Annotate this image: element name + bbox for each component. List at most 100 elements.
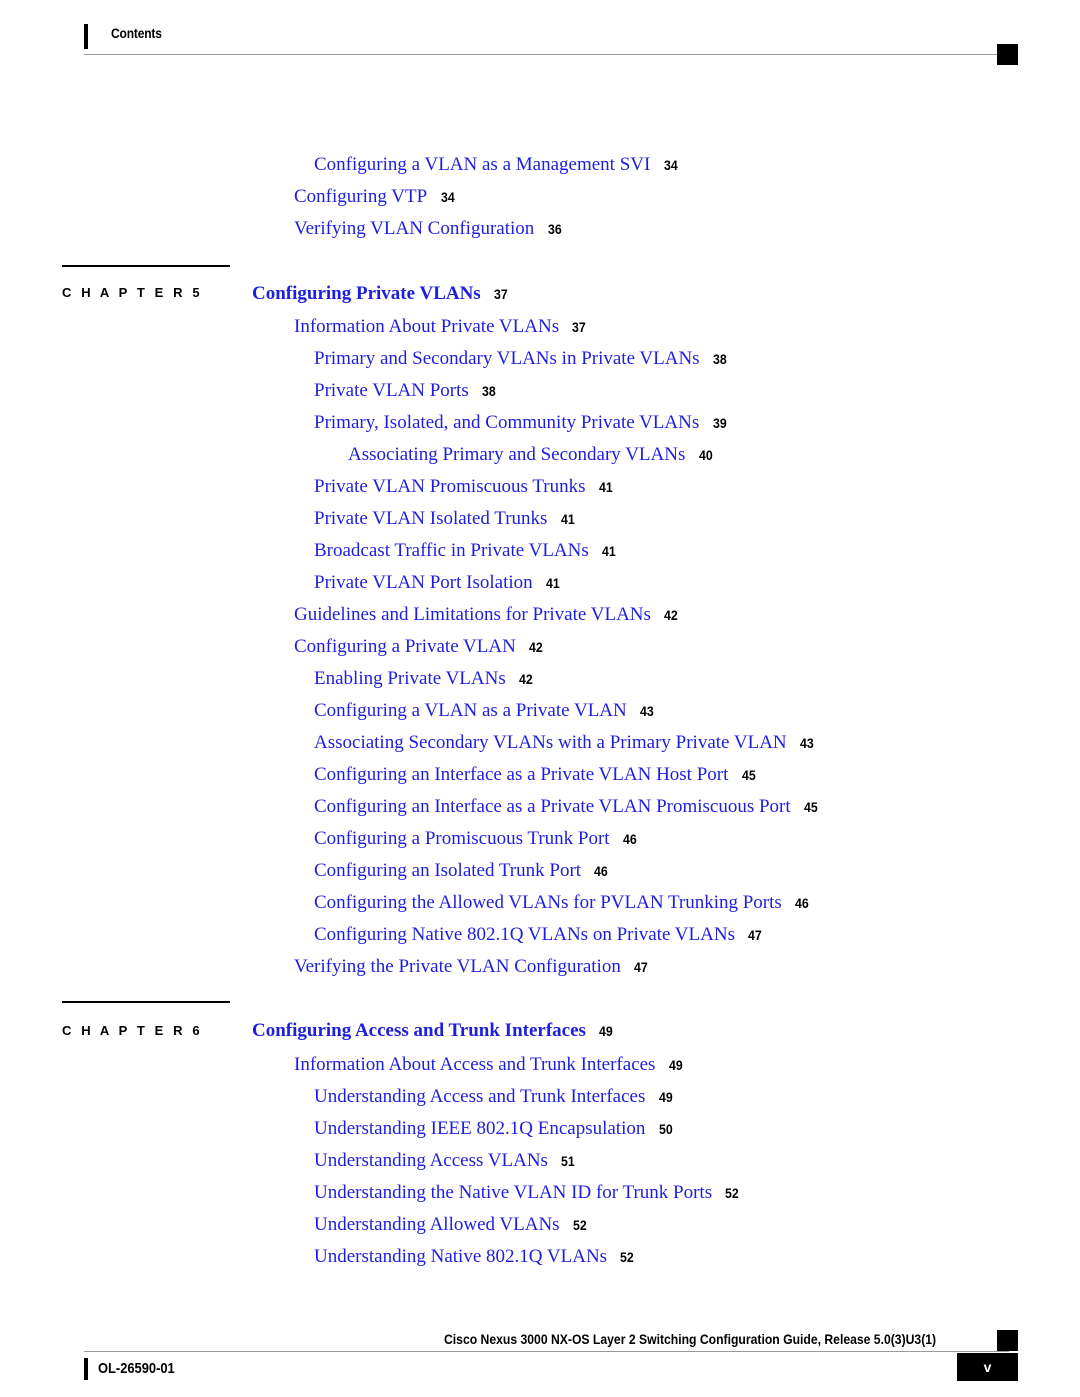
toc-entry[interactable]: Configuring Native 802.1Q VLANs on Priva… [314,925,764,944]
toc-entry-title: Configuring a Promiscuous Trunk Port [314,828,610,849]
toc-entry[interactable]: Associating Secondary VLANs with a Prima… [314,733,816,752]
header-divider [84,54,1009,55]
toc-entry-page-number: 52 [620,1249,635,1265]
page-footer: Cisco Nexus 3000 NX-OS Layer 2 Switching… [0,1320,1080,1397]
toc-entry[interactable]: Understanding Access VLANs 51 [314,1151,577,1170]
toc-entry-title: Associating Primary and Secondary VLANs [348,444,686,465]
toc-entry[interactable]: Configuring the Allowed VLANs for PVLAN … [314,893,811,912]
toc-entry-title: Associating Secondary VLANs with a Prima… [314,732,787,753]
toc-entry-page-number: 42 [529,639,543,655]
header-accent-bar [84,24,88,49]
toc-entry[interactable]: Primary and Secondary VLANs in Private V… [314,349,728,368]
toc-entry-page-number: 46 [594,863,609,879]
toc-entry[interactable]: Information About Access and Trunk Inter… [294,1055,684,1074]
header-corner-marker [997,44,1018,65]
toc-entry-title: Enabling Private VLANs [314,668,506,689]
toc-entry-title: Configuring Private VLANs [252,283,481,304]
chapter-title-entry[interactable]: Configuring Private VLANs 37 [252,284,510,303]
toc-entry-page-number: 42 [664,607,678,623]
toc-entry-page-number: 37 [572,319,587,335]
toc-entry-title: Understanding Access VLANs [314,1150,548,1171]
footer-page-number: v [983,1359,992,1375]
toc-entry[interactable]: Understanding Native 802.1Q VLANs 52 [314,1247,636,1266]
toc-entry-page-number: 45 [741,767,756,783]
toc-entry-page-number: 34 [663,157,678,173]
toc-entry-page-number: 47 [634,959,648,975]
toc-entry[interactable]: Verifying VLAN Configuration 36 [294,219,563,238]
toc-entry[interactable]: Private VLAN Ports 38 [314,381,498,400]
toc-entry-page-number: 41 [602,543,616,559]
toc-entry-page-number: 49 [658,1089,673,1105]
toc-entry-page-number: 47 [748,927,762,943]
toc-entry-title: Understanding Allowed VLANs [314,1214,560,1235]
toc-entry[interactable]: Configuring VTP 34 [294,187,456,206]
footer-guide-title: Cisco Nexus 3000 NX-OS Layer 2 Switching… [444,1331,937,1347]
toc-entry-title: Guidelines and Limitations for Private V… [294,604,651,625]
toc-entry-page-number: 40 [698,447,713,463]
toc-entry-title: Broadcast Traffic in Private VLANs [314,540,589,561]
toc-entry[interactable]: Configuring an Interface as a Private VL… [314,765,757,784]
toc-entry[interactable]: Understanding the Native VLAN ID for Tru… [314,1183,741,1202]
toc-entry[interactable]: Configuring a VLAN as a Private VLAN 43 [314,701,656,720]
toc-entry-page-number: 49 [599,1023,613,1039]
footer-divider [84,1351,1009,1352]
toc-entry[interactable]: Understanding Access and Trunk Interface… [314,1087,674,1106]
toc-entry[interactable]: Configuring a Private VLAN 42 [294,637,545,656]
toc-entry-page-number: 50 [658,1121,673,1137]
page-header: Contents [0,0,1080,70]
toc-entry-title: Configuring VTP [294,186,428,207]
toc-entry-title: Private VLAN Isolated Trunks [314,508,548,529]
page-title: Contents [111,25,162,41]
toc-entry-title: Private VLAN Ports [314,380,469,401]
toc-entry-page-number: 43 [799,735,814,751]
toc-entry-page-number: 46 [622,831,637,847]
toc-entry[interactable]: Configuring an Isolated Trunk Port 46 [314,861,610,880]
toc-entry-page-number: 52 [572,1217,587,1233]
toc-entry-title: Verifying VLAN Configuration [294,218,535,239]
toc-entry[interactable]: Enabling Private VLANs 42 [314,669,535,688]
toc-entry-title: Private VLAN Promiscuous Trunks [314,476,586,497]
toc-entry[interactable]: Guidelines and Limitations for Private V… [294,605,680,624]
toc-entry-page-number: 37 [494,286,508,302]
toc-entry[interactable]: Understanding Allowed VLANs 52 [314,1215,588,1234]
toc-entry-title: Configuring a VLAN as a Management SVI [314,154,651,175]
toc-entry-title: Information About Access and Trunk Inter… [294,1054,656,1075]
toc-entry-page-number: 52 [725,1185,740,1201]
toc-entry[interactable]: Configuring an Interface as a Private VL… [314,797,820,816]
toc-entry[interactable]: Associating Primary and Secondary VLANs … [348,445,714,464]
toc-entry-title: Configuring the Allowed VLANs for PVLAN … [314,892,782,913]
toc-entry-page-number: 38 [712,351,727,367]
toc-entry[interactable]: Private VLAN Isolated Trunks 41 [314,509,576,528]
chapter-divider [62,1001,230,1003]
toc-entry-page-number: 42 [519,671,533,687]
toc-entry-page-number: 39 [712,415,727,431]
toc-entry-title: Understanding IEEE 802.1Q Encapsulation [314,1118,646,1139]
toc-entry-title: Information About Private VLANs [294,316,560,337]
toc-entry-title: Configuring a Private VLAN [294,636,516,657]
toc-entry-page-number: 43 [640,703,654,719]
toc-entry[interactable]: Information About Private VLANs 37 [294,317,588,336]
chapter-title-entry[interactable]: Configuring Access and Trunk Interfaces … [252,1021,615,1040]
footer-accent-bar [84,1358,88,1380]
toc-entry[interactable]: Understanding IEEE 802.1Q Encapsulation … [314,1119,674,1138]
toc-entry-page-number: 41 [545,575,560,591]
toc-entry-title: Configuring an Isolated Trunk Port [314,860,582,881]
toc-entry[interactable]: Broadcast Traffic in Private VLANs 41 [314,541,618,560]
chapter-divider [62,265,230,267]
toc-entry[interactable]: Configuring a Promiscuous Trunk Port 46 [314,829,638,848]
toc-entry-title: Configuring Access and Trunk Interfaces [252,1020,586,1041]
toc-entry-title: Configuring an Interface as a Private VL… [314,764,729,785]
toc-entry[interactable]: Private VLAN Promiscuous Trunks 41 [314,477,614,496]
toc-entry[interactable]: Verifying the Private VLAN Configuration… [294,957,650,976]
toc-entry[interactable]: Private VLAN Port Isolation 41 [314,573,562,592]
toc-entry-page-number: 34 [440,189,455,205]
toc-entry[interactable]: Primary, Isolated, and Community Private… [314,413,728,432]
toc-entry-title: Configuring an Interface as a Private VL… [314,796,791,817]
toc-entry-page-number: 45 [803,799,818,815]
toc-entry-title: Configuring Native 802.1Q VLANs on Priva… [314,924,735,945]
footer-corner-marker [997,1330,1018,1351]
toc-entry-title: Primary, Isolated, and Community Private… [314,412,700,433]
toc-entry-title: Understanding the Native VLAN ID for Tru… [314,1182,713,1203]
chapter-label: C H A P T E R 6 [62,1023,203,1038]
toc-entry[interactable]: Configuring a VLAN as a Management SVI 3… [314,155,679,174]
